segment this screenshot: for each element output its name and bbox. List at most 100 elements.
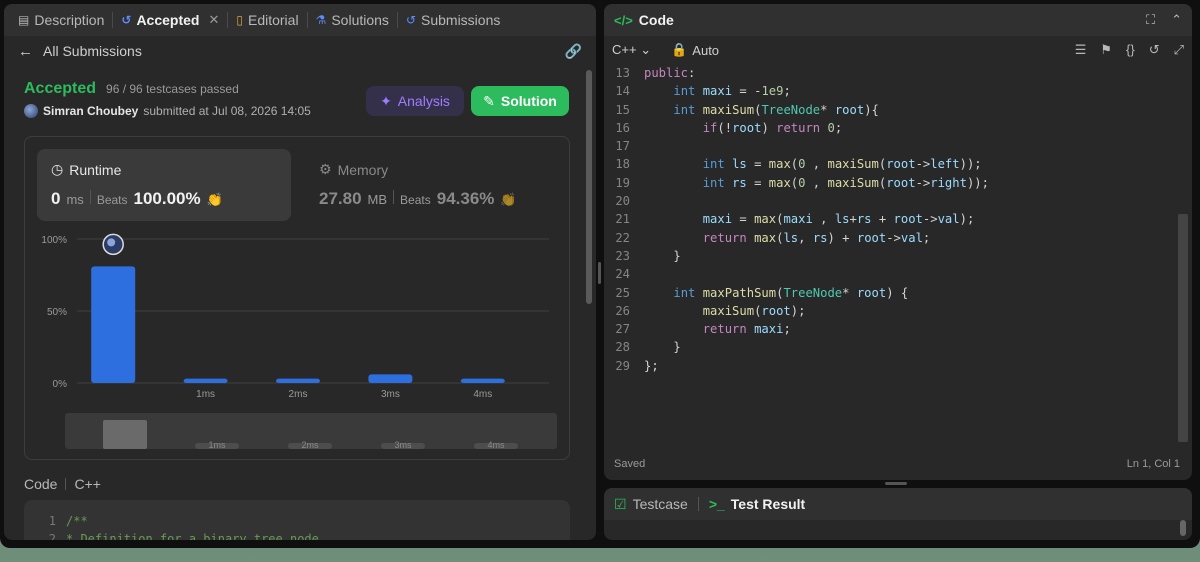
submitter-info: Simran Choubey submitted at Jul 08, 2026… — [24, 104, 311, 118]
memory-metric[interactable]: ⚙ Memory 27.80 MB Beats 94.36% 👏 — [305, 149, 559, 221]
code-line: 22 return max(ls, rs) + root->val; — [604, 229, 1174, 247]
chart-bar[interactable] — [368, 374, 413, 383]
test-tabs: ☑ Testcase >_ Test Result — [604, 488, 1192, 520]
code-editor-panel: </> Code ⛶ ⌃ C++ ⌄ 🔒 Auto ☰ ⚑ {} ↺ ⤢ 13 p… — [604, 4, 1192, 480]
close-icon[interactable]: ✕ — [208, 12, 219, 28]
editor-tools: ☰ ⚑ {} ↺ ⤢ — [1075, 42, 1184, 58]
test-panel: ☑ Testcase >_ Test Result — [604, 488, 1192, 540]
line-text: }; — [644, 358, 659, 373]
tab-submissions[interactable]: ↺ Submissions — [398, 4, 508, 36]
memory-label: ⚙ Memory — [319, 161, 388, 178]
line-number: 24 — [615, 267, 630, 282]
tab-editorial[interactable]: ▯ Editorial — [228, 4, 306, 36]
overview-tick-label: 1ms — [208, 440, 226, 450]
avatar — [24, 104, 38, 118]
submission-panel: ▤ Description ↺ Accepted ✕ ▯ Editorial ⚗… — [4, 4, 596, 540]
performance-card: ◷ Runtime 0 ms Beats 100.00% 👏 ⚙ Memory — [24, 136, 570, 460]
code-line: 18 int ls = max(0 , maxiSum(root->left))… — [604, 155, 1174, 173]
tab-label: Solutions — [331, 12, 389, 28]
tab-label: Editorial — [247, 12, 299, 28]
language-select[interactable]: C++ ⌄ — [612, 42, 651, 58]
vertical-scrollbar[interactable] — [586, 70, 592, 304]
tab-bar: ▤ Description ↺ Accepted ✕ ▯ Editorial ⚗… — [4, 4, 596, 36]
code-line: 14 int maxi = -1e9; — [604, 82, 1174, 100]
braces-icon[interactable]: {} — [1126, 42, 1135, 58]
runtime-title: Runtime — [69, 161, 122, 178]
tab-label: Description — [34, 12, 105, 28]
chart-bar[interactable] — [183, 378, 228, 383]
tab-accepted[interactable]: ↺ Accepted ✕ — [113, 4, 227, 36]
x-tick-label: 3ms — [381, 389, 400, 400]
tab-testcase[interactable]: ☑ Testcase — [614, 496, 688, 513]
runtime-unit: ms — [66, 192, 84, 207]
chart-bar[interactable] — [91, 266, 136, 383]
line-text: if(!root) return 0; — [702, 120, 843, 135]
analysis-button[interactable]: ✦ Analysis — [366, 86, 464, 116]
runtime-label: ◷ Runtime — [51, 161, 121, 178]
code-line: 28 } — [604, 338, 1174, 356]
submitter-name[interactable]: Simran Choubey — [43, 104, 138, 118]
code-preview[interactable]: 1 /** 2 * Definition for a binary tree n… — [24, 500, 570, 540]
code-line: 19 int rs = max(0 , maxiSum(root->right)… — [604, 174, 1174, 192]
memory-beats: 94.36% — [436, 189, 495, 208]
code-label: Code — [24, 476, 58, 492]
save-status: Saved — [614, 458, 646, 470]
result-header: Accepted 96 / 96 testcases passed — [24, 80, 239, 98]
all-submissions-link[interactable]: All Submissions — [43, 43, 142, 59]
auto-mode[interactable]: 🔒 Auto — [671, 42, 719, 58]
solution-button[interactable]: ✎ Solution — [471, 86, 569, 116]
runtime-distribution-chart: 100% 50% 0% 1ms 2ms 3ms 4ms 1ms 2ms 3ms 4ms — [41, 233, 557, 450]
reset-icon[interactable]: ↺ — [1149, 42, 1160, 58]
overview-tick-label: 2ms — [301, 440, 319, 450]
back-arrow-icon[interactable]: ← — [18, 43, 33, 60]
code-language: C++ — [74, 476, 101, 492]
bookmark-icon[interactable]: ⚑ — [1100, 42, 1112, 58]
test-panel-scrollbar[interactable] — [1180, 520, 1186, 536]
beats-label: Beats — [400, 193, 431, 207]
code-line: 2 * Definition for a binary tree node. — [24, 532, 570, 540]
history-icon: ↺ — [405, 13, 416, 27]
cursor-position: Ln 1, Col 1 — [1126, 458, 1180, 470]
status-label: Accepted — [24, 80, 97, 97]
y-tick-label: 100% — [41, 235, 67, 246]
line-text: int maxPathSum(TreeNode* root) { — [673, 285, 909, 300]
memory-unit: MB — [367, 192, 388, 207]
line-number: 2 — [48, 532, 56, 540]
line-text: maxiSum(root); — [702, 303, 806, 318]
overview-tick-label: 3ms — [394, 440, 412, 450]
link-icon[interactable]: 🔗 — [565, 43, 582, 60]
line-number: 1 — [48, 514, 56, 528]
tab-description[interactable]: ▤ Description — [10, 4, 112, 36]
editor-status-bar: Saved Ln 1, Col 1 — [614, 458, 1180, 470]
beats-label: Beats — [96, 193, 128, 207]
line-text: * Definition for a binary tree node. — [66, 532, 327, 540]
runtime-metric[interactable]: ◷ Runtime 0 ms Beats 100.00% 👏 — [37, 149, 291, 221]
tab-solutions[interactable]: ⚗ Solutions — [308, 4, 397, 36]
tab-test-result[interactable]: >_ Test Result — [709, 496, 805, 512]
range-selector-handle[interactable] — [103, 420, 147, 449]
divider — [393, 190, 395, 204]
language-value: C++ — [612, 42, 637, 57]
line-number: 19 — [615, 175, 630, 190]
collapse-icon[interactable]: ⌃ — [1171, 12, 1182, 28]
expand-icon[interactable]: ⤢ — [1174, 42, 1184, 58]
chart-bar[interactable] — [276, 378, 320, 383]
clap-icon: 👏 — [206, 192, 223, 207]
x-tick-label: 4ms — [473, 389, 492, 400]
format-icon[interactable]: ☰ — [1075, 42, 1087, 58]
line-text: return maxi; — [702, 322, 791, 337]
line-number: 22 — [615, 230, 630, 245]
chevron-down-icon: ⌄ — [640, 42, 652, 57]
panel-resize-handle[interactable] — [598, 262, 601, 284]
chart-bar[interactable] — [460, 378, 505, 383]
line-number: 27 — [615, 322, 630, 337]
code-line: 20 — [604, 192, 1174, 210]
terminal-icon: >_ — [708, 496, 725, 512]
code-line: 13 public: — [604, 64, 1174, 82]
editor-scrollbar[interactable] — [1178, 214, 1188, 442]
code-area[interactable]: 13 public: 14 int maxi = -1e9; 15 int maxiS… — [604, 64, 1174, 444]
panel-resize-handle[interactable] — [885, 482, 907, 485]
history-icon: ↺ — [121, 13, 132, 27]
line-text: int maxiSum(TreeNode* root){ — [673, 102, 879, 117]
fullscreen-icon[interactable]: ⛶ — [1146, 12, 1155, 28]
